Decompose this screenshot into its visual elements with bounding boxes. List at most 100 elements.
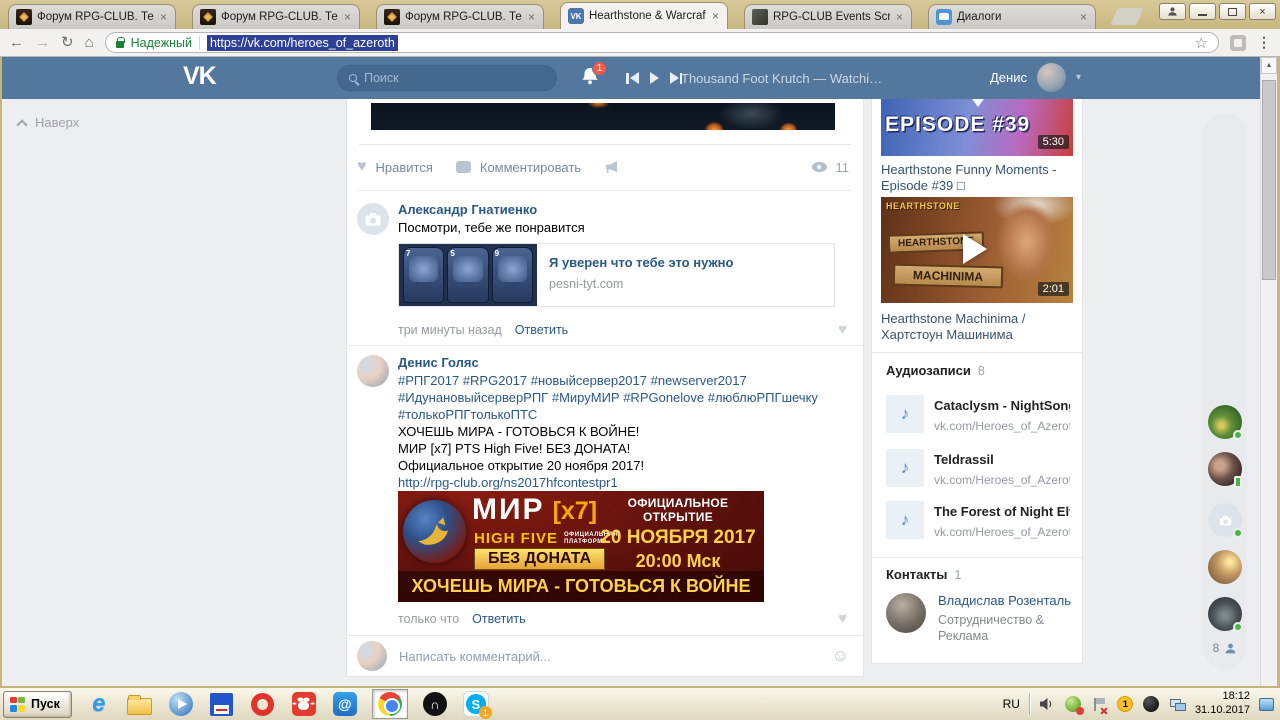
tab-vk-active[interactable]: VK Hearthstone & Warcraft | H × [560, 2, 728, 29]
tab-rpg-events[interactable]: RPG-CLUB Events Screensh × [744, 4, 912, 29]
profile-button[interactable] [1159, 3, 1186, 20]
media-player-icon[interactable] [167, 690, 195, 718]
reply-button[interactable]: Ответить [472, 612, 525, 626]
tab-forum-rpg-2[interactable]: Форум RPG-CLUB. Тема: М × [192, 4, 360, 29]
friends-online-count[interactable]: 8 [1203, 641, 1247, 655]
friend-avatar[interactable] [1208, 597, 1243, 632]
scrollbar-thumb[interactable] [1262, 80, 1276, 280]
video-title[interactable]: Hearthstone Machinima / Хартстоун Машини… [881, 311, 1076, 343]
audio-section-header[interactable]: Аудиозаписи 8 [886, 363, 985, 378]
emoji-smiley-icon[interactable]: ☺ [832, 646, 849, 666]
security-alert-flag-icon[interactable] [1091, 696, 1108, 715]
friend-avatar[interactable] [1208, 405, 1243, 440]
comment-like-icon[interactable]: ♥ [838, 610, 847, 627]
home-button[interactable]: ⌂ [85, 35, 94, 50]
scroll-up-arrow[interactable]: ▲ [1261, 57, 1277, 74]
previous-track-button[interactable] [626, 72, 639, 84]
tray-app-icon[interactable] [1143, 696, 1160, 713]
tab-close-icon[interactable]: × [1079, 11, 1088, 23]
tab-close-icon[interactable]: × [159, 11, 168, 23]
forward-button[interactable]: → [35, 35, 50, 50]
notifications-button[interactable]: 1 [580, 61, 607, 91]
search-input[interactable]: Поиск [337, 65, 557, 91]
commenter-avatar-placeholder[interactable] [357, 203, 389, 235]
bookmark-star-icon[interactable]: ☆ [1195, 34, 1208, 52]
address-bar[interactable]: Надежный https://vk.com/heroes_of_azerot… [104, 32, 1219, 53]
scrollbar[interactable]: ▲ [1260, 57, 1277, 686]
back-to-top-link[interactable]: Наверх [16, 115, 79, 131]
hashtag-line[interactable]: #РПГ2017 #RPG2017 #новыйсервер2017 #news… [398, 373, 747, 388]
start-button[interactable]: Пуск [3, 690, 72, 718]
friend-avatar[interactable] [1208, 452, 1242, 488]
video-thumbnail-2[interactable]: HEARTHSTONE HEARTHSTONE MACHINIMA 2:01 [881, 197, 1073, 303]
contact-name[interactable]: Владислав Розенталь [938, 593, 1071, 608]
like-button[interactable]: Нравится [376, 160, 433, 175]
contacts-section-header[interactable]: Контакты 1 [886, 567, 961, 582]
chrome-active-icon[interactable] [371, 689, 408, 719]
tab-close-icon[interactable]: × [895, 11, 904, 23]
audio-item[interactable]: ♪ Teldrassil vk.com/Heroes_of_Azeroth [886, 449, 1070, 487]
post-image[interactable] [371, 103, 835, 130]
close-window-button[interactable]: × [1249, 3, 1276, 20]
url-text-selected[interactable]: https://vk.com/heroes_of_azeroth [206, 34, 398, 51]
tab-forum-rpg-1[interactable]: Форум RPG-CLUB. Тема: R × [8, 4, 176, 29]
language-indicator[interactable]: RU [1003, 697, 1020, 711]
show-desktop-button[interactable] [1259, 697, 1274, 711]
friend-avatar[interactable] [1208, 550, 1242, 584]
friend-avatar-placeholder[interactable] [1208, 503, 1243, 538]
comment-icon[interactable] [455, 161, 471, 173]
reply-button[interactable]: Ответить [515, 323, 568, 337]
tab-dialogs[interactable]: Диалоги × [928, 4, 1096, 29]
volume-icon[interactable] [1039, 696, 1056, 713]
update-alert-icon[interactable]: 1 [1117, 696, 1134, 713]
security-label[interactable]: Надежный [131, 36, 192, 50]
reload-button[interactable]: ↻ [61, 35, 74, 50]
attachment-title[interactable]: Я уверен что тебе это нужно [549, 255, 733, 270]
file-explorer-icon[interactable] [126, 690, 154, 718]
like-icon[interactable]: ♥ [357, 158, 367, 176]
extension-icon[interactable] [1230, 34, 1246, 51]
opera-icon[interactable] [249, 690, 277, 718]
antivirus-tray-icon[interactable] [1065, 696, 1084, 715]
gom-player-icon[interactable] [290, 690, 318, 718]
network-icon[interactable] [1169, 696, 1186, 713]
mediaget-icon[interactable]: ∩ [421, 690, 449, 718]
tab-close-icon[interactable]: × [343, 11, 352, 23]
back-button[interactable]: ← [9, 35, 24, 50]
comment-author[interactable]: Денис Голяс [398, 355, 479, 370]
skype-icon[interactable]: S1 [462, 690, 492, 719]
divider [359, 190, 851, 191]
contact-item[interactable]: Владислав Розенталь Сотрудничество & Рек… [886, 593, 1071, 644]
floppy-save-icon[interactable] [208, 690, 236, 718]
video-thumbnail-1[interactable]: 5:30 EPISODE #39 [881, 99, 1073, 156]
minimize-button[interactable] [1189, 3, 1216, 20]
vk-logo[interactable]: VK [183, 62, 217, 91]
restore-button[interactable] [1219, 3, 1246, 20]
online-dot [1233, 622, 1243, 632]
comment-like-icon[interactable]: ♥ [838, 321, 847, 338]
commenter-avatar[interactable] [357, 355, 389, 387]
hashtag-line[interactable]: #толькоРПГтолькоПТС [398, 407, 537, 422]
promo-banner-image[interactable]: МИР [x7] HIGH FIVE ОФИЦИАЛЬНАЯ ПЛАТФОРМА… [398, 491, 764, 602]
video-title[interactable]: Hearthstone Funny Moments - Episode #39 … [881, 162, 1076, 194]
link-attachment-card[interactable]: 7 5 9 Я уверен что тебе это нужно pesni-… [398, 243, 835, 307]
new-tab-button[interactable] [1110, 8, 1144, 25]
tab-forum-rpg-3[interactable]: Форум RPG-CLUB. Тема: М × [376, 4, 544, 29]
audio-item[interactable]: ♪ Cataclysm - NightSong vk.com/Heroes_of… [886, 395, 1070, 433]
tab-close-icon[interactable]: × [711, 10, 720, 22]
hashtag-line[interactable]: #ИдунановыйсерверРПГ #МируМИР #RPGonelov… [398, 390, 818, 405]
tray-clock[interactable]: 18:12 31.10.2017 [1195, 690, 1250, 718]
browser-menu-icon[interactable]: ⋮ [1257, 34, 1271, 51]
user-menu[interactable]: Денис ▾ [990, 63, 1081, 92]
play-button[interactable] [649, 72, 659, 84]
audio-item[interactable]: ♪ The Forest of Night Elves vk.com/Heroe… [886, 501, 1070, 539]
now-playing-track[interactable]: Thousand Foot Krutch — Watching ... [681, 71, 889, 86]
tab-close-icon[interactable]: × [527, 11, 536, 23]
comment-button[interactable]: Комментировать [480, 160, 581, 175]
comment-author[interactable]: Александр Гнатиенко [398, 202, 537, 217]
comment-link[interactable]: http://rpg-club.org/ns2017hfcontestpr1 [398, 475, 618, 490]
amigo-browser-icon[interactable]: @ [331, 690, 359, 718]
share-megaphone-icon[interactable] [604, 160, 621, 175]
comment-input[interactable]: Написать комментарий... [399, 649, 820, 664]
internet-explorer-icon[interactable]: e [85, 690, 113, 718]
